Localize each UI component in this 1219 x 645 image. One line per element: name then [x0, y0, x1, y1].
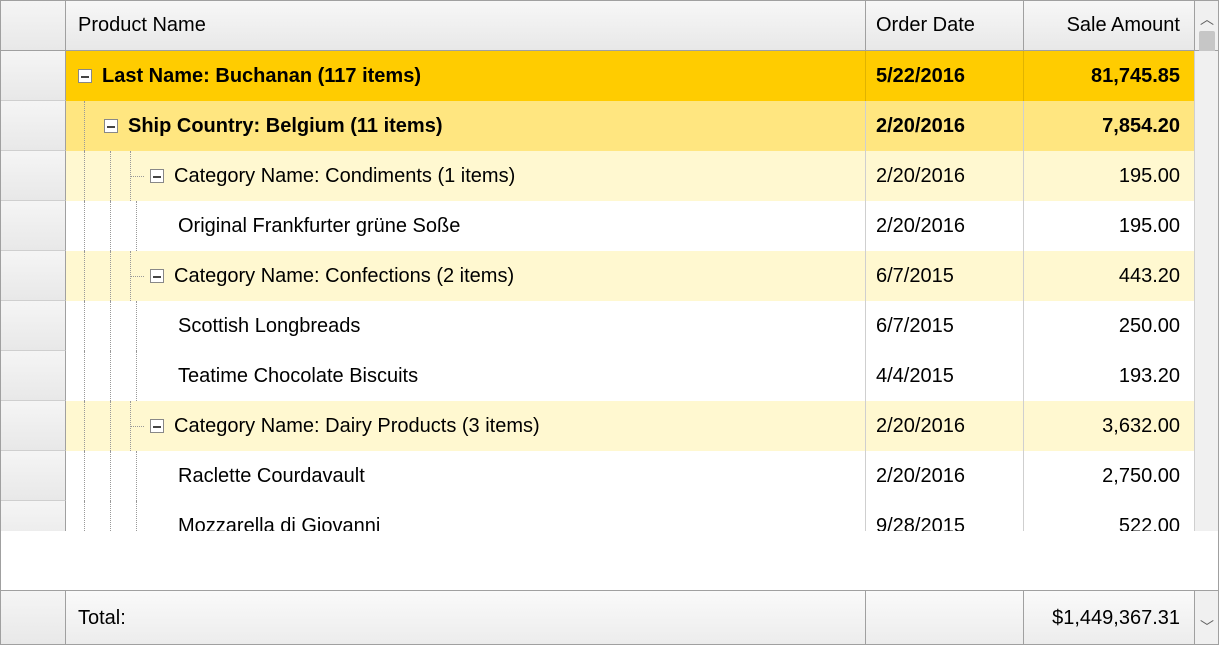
scrollbar-track[interactable]	[1194, 51, 1218, 101]
group-row-lastname[interactable]: Last Name: Buchanan (117 items) 5/22/201…	[1, 51, 1218, 101]
collapse-icon[interactable]	[150, 419, 164, 433]
cell-date: 2/20/2016	[866, 401, 1024, 451]
column-header-row: Product Name Order Date Sale Amount ︿	[1, 1, 1218, 51]
group-label: Ship Country: Belgium (11 items)	[128, 115, 442, 138]
scrollbar-track[interactable]	[1194, 401, 1218, 451]
scrollbar-track[interactable]	[1194, 201, 1218, 251]
collapse-icon[interactable]	[150, 169, 164, 183]
cell-date: 6/7/2015	[866, 251, 1024, 301]
row-indicator	[1, 101, 66, 151]
row-indicator	[1, 301, 66, 351]
cell-product-name: Teatime Chocolate Biscuits	[178, 365, 418, 388]
cell-product-name: Scottish Longbreads	[178, 315, 360, 338]
column-header-product-name[interactable]: Product Name	[66, 1, 866, 51]
group-row-category[interactable]: Category Name: Condiments (1 items) 2/20…	[1, 151, 1218, 201]
scrollbar-track[interactable]	[1194, 101, 1218, 151]
row-indicator	[1, 51, 66, 101]
cell-date: 2/20/2016	[866, 451, 1024, 501]
cell-date: 2/20/2016	[866, 101, 1024, 151]
cell-amount: 195.00	[1024, 201, 1194, 251]
summary-footer-row: Total: $1,449,367.31 ﹀	[1, 590, 1218, 644]
group-row-category[interactable]: Category Name: Confections (2 items) 6/7…	[1, 251, 1218, 301]
cell-date: 6/7/2015	[866, 301, 1024, 351]
group-label: Category Name: Dairy Products (3 items)	[174, 415, 540, 438]
cell-product-name: Raclette Courdavault	[178, 465, 365, 488]
data-row[interactable]: Teatime Chocolate Biscuits 4/4/2015 193.…	[1, 351, 1218, 401]
scroll-down-icon[interactable]: ﹀	[1199, 617, 1215, 637]
cell-amount: 522.00	[1024, 501, 1194, 531]
cell-product-name: Mozzarella di Giovanni	[178, 515, 380, 532]
scrollbar-track[interactable]	[1194, 301, 1218, 351]
row-indicator	[1, 401, 66, 451]
scrollbar-track[interactable]	[1194, 251, 1218, 301]
scrollbar-track[interactable]: ︿	[1194, 1, 1218, 51]
row-indicator	[1, 351, 66, 401]
group-label: Category Name: Confections (2 items)	[174, 265, 514, 288]
data-row[interactable]: Raclette Courdavault 2/20/2016 2,750.00	[1, 451, 1218, 501]
group-label: Category Name: Condiments (1 items)	[174, 165, 515, 188]
row-indicator	[1, 451, 66, 501]
cell-amount: 3,632.00	[1024, 401, 1194, 451]
row-indicator-footer	[1, 591, 66, 645]
row-indicator	[1, 151, 66, 201]
data-grid: Product Name Order Date Sale Amount ︿ La…	[0, 0, 1219, 645]
data-row[interactable]: Original Frankfurter grüne Soße 2/20/201…	[1, 201, 1218, 251]
scrollbar-track[interactable]	[1194, 501, 1218, 531]
scrollbar-track[interactable]: ﹀	[1194, 591, 1218, 645]
cell-amount: 193.20	[1024, 351, 1194, 401]
row-indicator	[1, 251, 66, 301]
cell-date: 2/20/2016	[866, 151, 1024, 201]
cell-amount: 250.00	[1024, 301, 1194, 351]
scroll-up-icon[interactable]: ︿	[1199, 9, 1215, 29]
scrollbar-track[interactable]	[1194, 351, 1218, 401]
row-indicator	[1, 501, 66, 531]
group-row-shipcountry[interactable]: Ship Country: Belgium (11 items) 2/20/20…	[1, 101, 1218, 151]
footer-total-amount: $1,449,367.31	[1024, 591, 1194, 645]
group-label: Last Name: Buchanan (117 items)	[102, 65, 421, 88]
cell-amount: 81,745.85	[1024, 51, 1194, 101]
cell-amount: 443.20	[1024, 251, 1194, 301]
cell-amount: 2,750.00	[1024, 451, 1194, 501]
collapse-icon[interactable]	[150, 269, 164, 283]
cell-date: 9/28/2015	[866, 501, 1024, 531]
data-row[interactable]: Scottish Longbreads 6/7/2015 250.00	[1, 301, 1218, 351]
footer-date-empty	[866, 591, 1024, 645]
column-header-order-date[interactable]: Order Date	[866, 1, 1024, 51]
row-indicator-header	[1, 1, 66, 51]
cell-date: 5/22/2016	[866, 51, 1024, 101]
scrollbar-track[interactable]	[1194, 451, 1218, 501]
data-row[interactable]: Mozzarella di Giovanni 9/28/2015 522.00	[1, 501, 1218, 531]
cell-product-name: Original Frankfurter grüne Soße	[178, 215, 460, 238]
collapse-icon[interactable]	[104, 119, 118, 133]
row-indicator	[1, 201, 66, 251]
cell-amount: 7,854.20	[1024, 101, 1194, 151]
footer-total-label: Total:	[66, 591, 866, 645]
collapse-icon[interactable]	[78, 69, 92, 83]
cell-date: 4/4/2015	[866, 351, 1024, 401]
cell-amount: 195.00	[1024, 151, 1194, 201]
group-row-category[interactable]: Category Name: Dairy Products (3 items) …	[1, 401, 1218, 451]
column-header-sale-amount[interactable]: Sale Amount	[1024, 1, 1194, 51]
cell-date: 2/20/2016	[866, 201, 1024, 251]
scrollbar-track[interactable]	[1194, 151, 1218, 201]
